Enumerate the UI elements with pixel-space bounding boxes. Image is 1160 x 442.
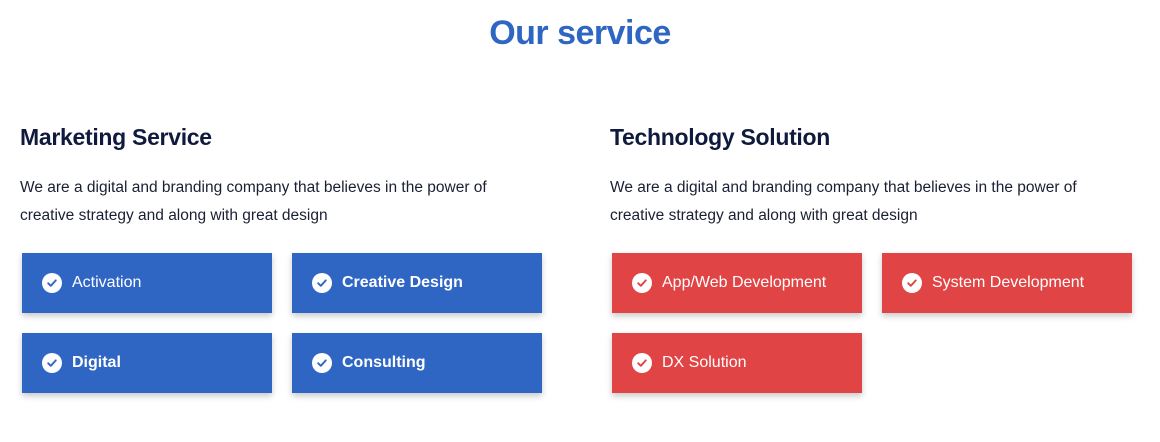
service-tile-label: App/Web Development: [662, 274, 827, 291]
service-tile-label: DX Solution: [662, 354, 747, 371]
marketing-service-section: Marketing Service We are a digital and b…: [20, 120, 560, 393]
service-tile-label: Consulting: [342, 354, 426, 371]
service-tile-creative-design[interactable]: Creative Design: [292, 253, 542, 313]
service-tile-label: Creative Design: [342, 274, 463, 291]
check-circle-icon: [632, 273, 652, 293]
check-circle-icon: [902, 273, 922, 293]
check-circle-icon: [42, 353, 62, 373]
service-tile-dx-solution[interactable]: DX Solution: [612, 333, 862, 393]
service-tile-app-web-development[interactable]: App/Web Development: [612, 253, 862, 313]
check-circle-icon: [42, 273, 62, 293]
service-tile-system-development[interactable]: System Development: [882, 253, 1132, 313]
service-tile-label: Activation: [72, 274, 142, 291]
technology-solution-description: We are a digital and branding company th…: [610, 179, 1077, 224]
check-circle-icon: [312, 273, 332, 293]
service-tile-label: Digital: [72, 354, 121, 371]
service-tile-label: System Development: [932, 274, 1085, 291]
technology-solution-heading: Technology Solution: [610, 124, 831, 150]
page-title: Our service: [489, 14, 671, 52]
check-circle-icon: [632, 353, 652, 373]
marketing-service-grid: Activation Creative Design Digital Consu…: [22, 253, 552, 403]
technology-solution-section: Technology Solution We are a digital and…: [610, 120, 1150, 393]
check-circle-icon: [312, 353, 332, 373]
technology-solution-grid: App/Web Development System Development D…: [612, 253, 1142, 403]
marketing-service-heading: Marketing Service: [20, 124, 212, 150]
service-tile-digital[interactable]: Digital: [22, 333, 272, 393]
marketing-service-description: We are a digital and branding company th…: [20, 179, 487, 224]
service-tile-consulting[interactable]: Consulting: [292, 333, 542, 393]
service-tile-activation[interactable]: Activation: [22, 253, 272, 313]
